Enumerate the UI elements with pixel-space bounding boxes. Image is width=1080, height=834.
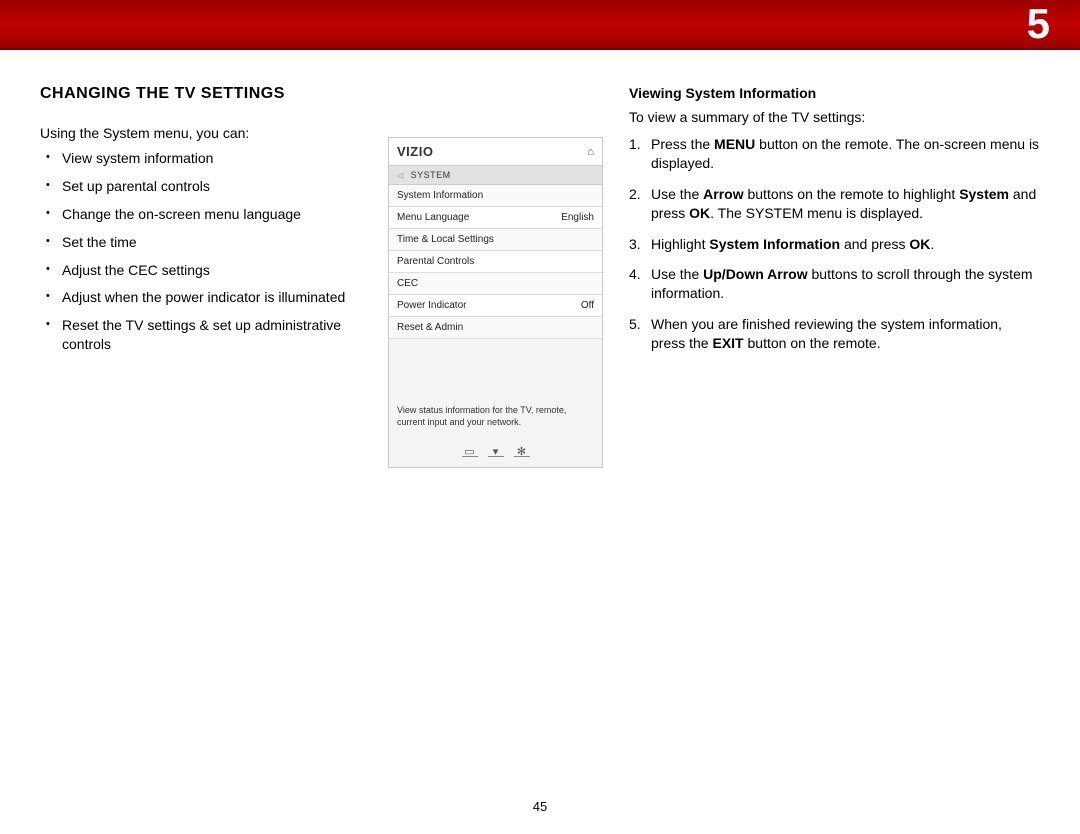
gear-icon: ✻ [514, 446, 530, 457]
crumb-label: SYSTEM [411, 170, 451, 180]
home-icon: ⌂ [587, 146, 594, 158]
menu-column: VIZIO ⌂ ◁ SYSTEM System Information Menu… [388, 85, 611, 468]
menu-row: System Information [389, 185, 602, 207]
chevron-down-icon: ▾ [488, 446, 504, 457]
bullet-item: Reset the TV settings & set up administr… [62, 316, 370, 354]
menu-row-label: Menu Language [397, 212, 469, 223]
chapter-header: 5 [0, 0, 1080, 50]
vizio-logo: VIZIO [397, 144, 433, 159]
menu-row-label: Reset & Admin [397, 322, 463, 333]
menu-breadcrumb: ◁ SYSTEM [389, 166, 602, 185]
right-column: Viewing System Information To view a sum… [629, 85, 1040, 468]
bullet-item: Adjust when the power indicator is illum… [62, 288, 370, 307]
bullet-item: Adjust the CEC settings [62, 261, 370, 280]
bullet-item: Set the time [62, 233, 370, 252]
bullet-item: View system information [62, 149, 370, 168]
sub-heading: Viewing System Information [629, 85, 1040, 101]
menu-row: Reset & Admin [389, 317, 602, 339]
wide-icon: ▭ [462, 446, 478, 457]
menu-footer: ▭ ▾ ✻ [389, 438, 602, 467]
menu-row-label: Time & Local Settings [397, 234, 494, 245]
menu-row: Time & Local Settings [389, 229, 602, 251]
menu-row-label: Power Indicator [397, 300, 466, 311]
bullet-item: Change the on-screen menu language [62, 205, 370, 224]
step-item: Highlight System Information and press O… [651, 235, 1040, 254]
intro-line: Using the System menu, you can: [40, 125, 370, 141]
page-number: 45 [0, 799, 1080, 814]
steps-list: Press the MENU button on the remote. The… [629, 135, 1040, 353]
sub-intro: To view a summary of the TV settings: [629, 109, 1040, 125]
menu-spacer [389, 339, 602, 399]
menu-help-text: View status information for the TV, remo… [389, 399, 602, 438]
step-item: Use the Arrow buttons on the remote to h… [651, 185, 1040, 223]
menu-row-label: Parental Controls [397, 256, 474, 267]
tv-menu-mock: VIZIO ⌂ ◁ SYSTEM System Information Menu… [388, 137, 603, 468]
menu-row-value: Off [581, 300, 594, 311]
back-icon: ◁ [397, 171, 404, 180]
menu-row: CEC [389, 273, 602, 295]
section-title: CHANGING THE TV SETTINGS [40, 85, 370, 103]
menu-header: VIZIO ⌂ [389, 138, 602, 166]
step-item: Press the MENU button on the remote. The… [651, 135, 1040, 173]
menu-row: Menu Language English [389, 207, 602, 229]
menu-row-value: English [561, 212, 594, 223]
step-item: Use the Up/Down Arrow buttons to scroll … [651, 265, 1040, 303]
chapter-number: 5 [1027, 0, 1050, 48]
menu-row: Power Indicator Off [389, 295, 602, 317]
page-body: CHANGING THE TV SETTINGS Using the Syste… [0, 50, 1080, 468]
bullet-list: View system information Set up parental … [40, 149, 370, 354]
step-item: When you are finished reviewing the syst… [651, 315, 1040, 353]
left-column: CHANGING THE TV SETTINGS Using the Syste… [40, 85, 370, 468]
menu-row-label: System Information [397, 190, 483, 201]
menu-row-label: CEC [397, 278, 418, 289]
bullet-item: Set up parental controls [62, 177, 370, 196]
menu-row: Parental Controls [389, 251, 602, 273]
